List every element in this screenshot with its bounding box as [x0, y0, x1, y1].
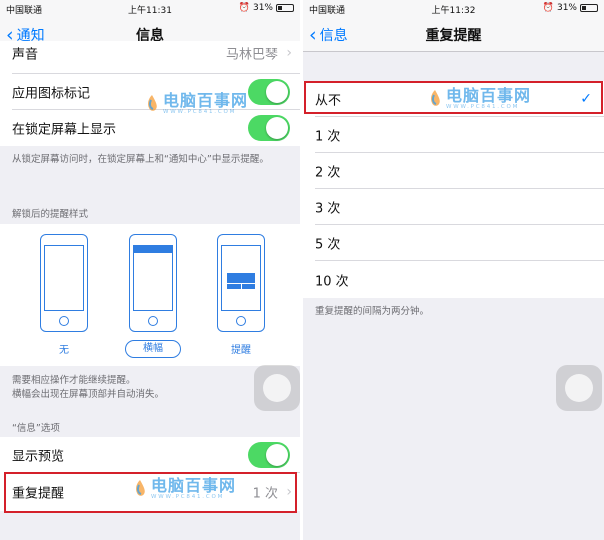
style-none-label: 无: [59, 345, 69, 356]
style-banner-option[interactable]: [129, 234, 177, 332]
battery-icon: [580, 4, 598, 12]
nav-bar: ‹ 信息 重复提醒: [303, 16, 604, 52]
watermark-text: 电脑百事网: [163, 91, 249, 110]
alarm-icon: ⏰: [238, 3, 250, 13]
option-label: 3 次: [315, 201, 341, 217]
badge-label: 应用图标标记: [12, 86, 91, 102]
lockscreen-cell: 在锁定屏幕上显示: [0, 110, 300, 146]
lockscreen-note: 从锁定屏幕访问时，在锁定屏幕上和“通知中心”中显示提醒。: [12, 154, 269, 165]
repeat-option-10[interactable]: 10 次: [303, 261, 604, 298]
alert-style-note: 需要相应操作才能继续提醒。 横幅会出现在屏幕顶部并自动消失。: [12, 374, 290, 402]
battery-percent: 31%: [556, 3, 577, 13]
notification-settings-screen: 中国联通 上午11:31 ⏰ 31% ‹ 通知 信息 声音 马林巴琴 › 应用图…: [0, 0, 300, 540]
option-label: 5 次: [315, 237, 341, 253]
status-bar: 中国联通 上午11:32 ⏰ 31%: [303, 0, 604, 16]
repeat-option-5[interactable]: 5 次: [303, 225, 604, 261]
watermark: 电脑百事网 WWW.PC841.COM: [428, 87, 531, 110]
preview-label: 显示预览: [12, 449, 65, 465]
alert-note-line: 需要相应操作才能继续提醒。: [12, 375, 136, 386]
repeat-interval-note: 重复提醒的间隔为两分钟。: [315, 306, 430, 317]
assistive-touch-button[interactable]: [254, 365, 300, 411]
style-none-option[interactable]: [40, 234, 88, 332]
option-label: 1 次: [315, 129, 341, 145]
watermark-logo-icon: [148, 94, 157, 111]
page-title: 重复提醒: [425, 28, 482, 44]
style-alert-option[interactable]: [217, 234, 265, 332]
watermark-text: 电脑百事网: [446, 86, 532, 105]
alert-style-header: 解锁后的提醒样式: [12, 209, 89, 220]
options-header: “信息”选项: [12, 423, 60, 434]
watermark: 电脑百事网 WWW.PC841.COM: [145, 92, 248, 115]
watermark-text: 电脑百事网: [151, 476, 237, 495]
style-alert-label: 提醒: [231, 345, 251, 356]
watermark-url: WWW.PC841.COM: [446, 104, 520, 110]
lockscreen-label: 在锁定屏幕上显示: [12, 122, 117, 138]
lockscreen-toggle[interactable]: [248, 115, 290, 141]
alert-style-picker: 无 横幅 提醒: [0, 224, 300, 366]
repeat-option-1[interactable]: 1 次: [303, 117, 604, 153]
status-bar: 中国联通 上午11:31 ⏰ 31%: [0, 0, 300, 16]
option-label: 2 次: [315, 165, 341, 181]
sound-label: 声音: [12, 47, 39, 63]
preview-cell: 显示预览: [0, 437, 300, 473]
option-label: 10 次: [315, 274, 349, 289]
style-banner-label[interactable]: 横幅: [125, 340, 181, 358]
repeat-alerts-screen: 中国联通 上午11:32 ⏰ 31% ‹ 信息 重复提醒 从不 ✓ 1 次 2 …: [303, 0, 604, 540]
battery-icon: [276, 4, 294, 12]
sound-cell[interactable]: 声音 马林巴琴 ›: [0, 41, 300, 74]
badge-toggle[interactable]: [248, 79, 290, 105]
chevron-right-icon: ›: [286, 45, 292, 61]
battery-indicator: ⏰ 31%: [239, 3, 294, 13]
watermark-url: WWW.PC841.COM: [151, 494, 225, 500]
battery-indicator: ⏰ 31%: [543, 3, 598, 13]
watermark-logo-icon: [136, 479, 145, 496]
assistive-touch-button[interactable]: [556, 365, 602, 411]
watermark-logo-icon: [431, 89, 440, 106]
preview-toggle[interactable]: [248, 442, 290, 468]
sound-value: 马林巴琴: [225, 47, 278, 63]
watermark: 电脑百事网 WWW.PC841.COM: [133, 477, 236, 500]
battery-percent: 31%: [252, 3, 273, 13]
watermark-url: WWW.PC841.COM: [163, 109, 237, 115]
repeat-option-2[interactable]: 2 次: [303, 153, 604, 189]
banner-note-line: 横幅会出现在屏幕顶部并自动消失。: [12, 389, 165, 400]
alarm-icon: ⏰: [542, 3, 554, 13]
repeat-option-3[interactable]: 3 次: [303, 189, 604, 225]
